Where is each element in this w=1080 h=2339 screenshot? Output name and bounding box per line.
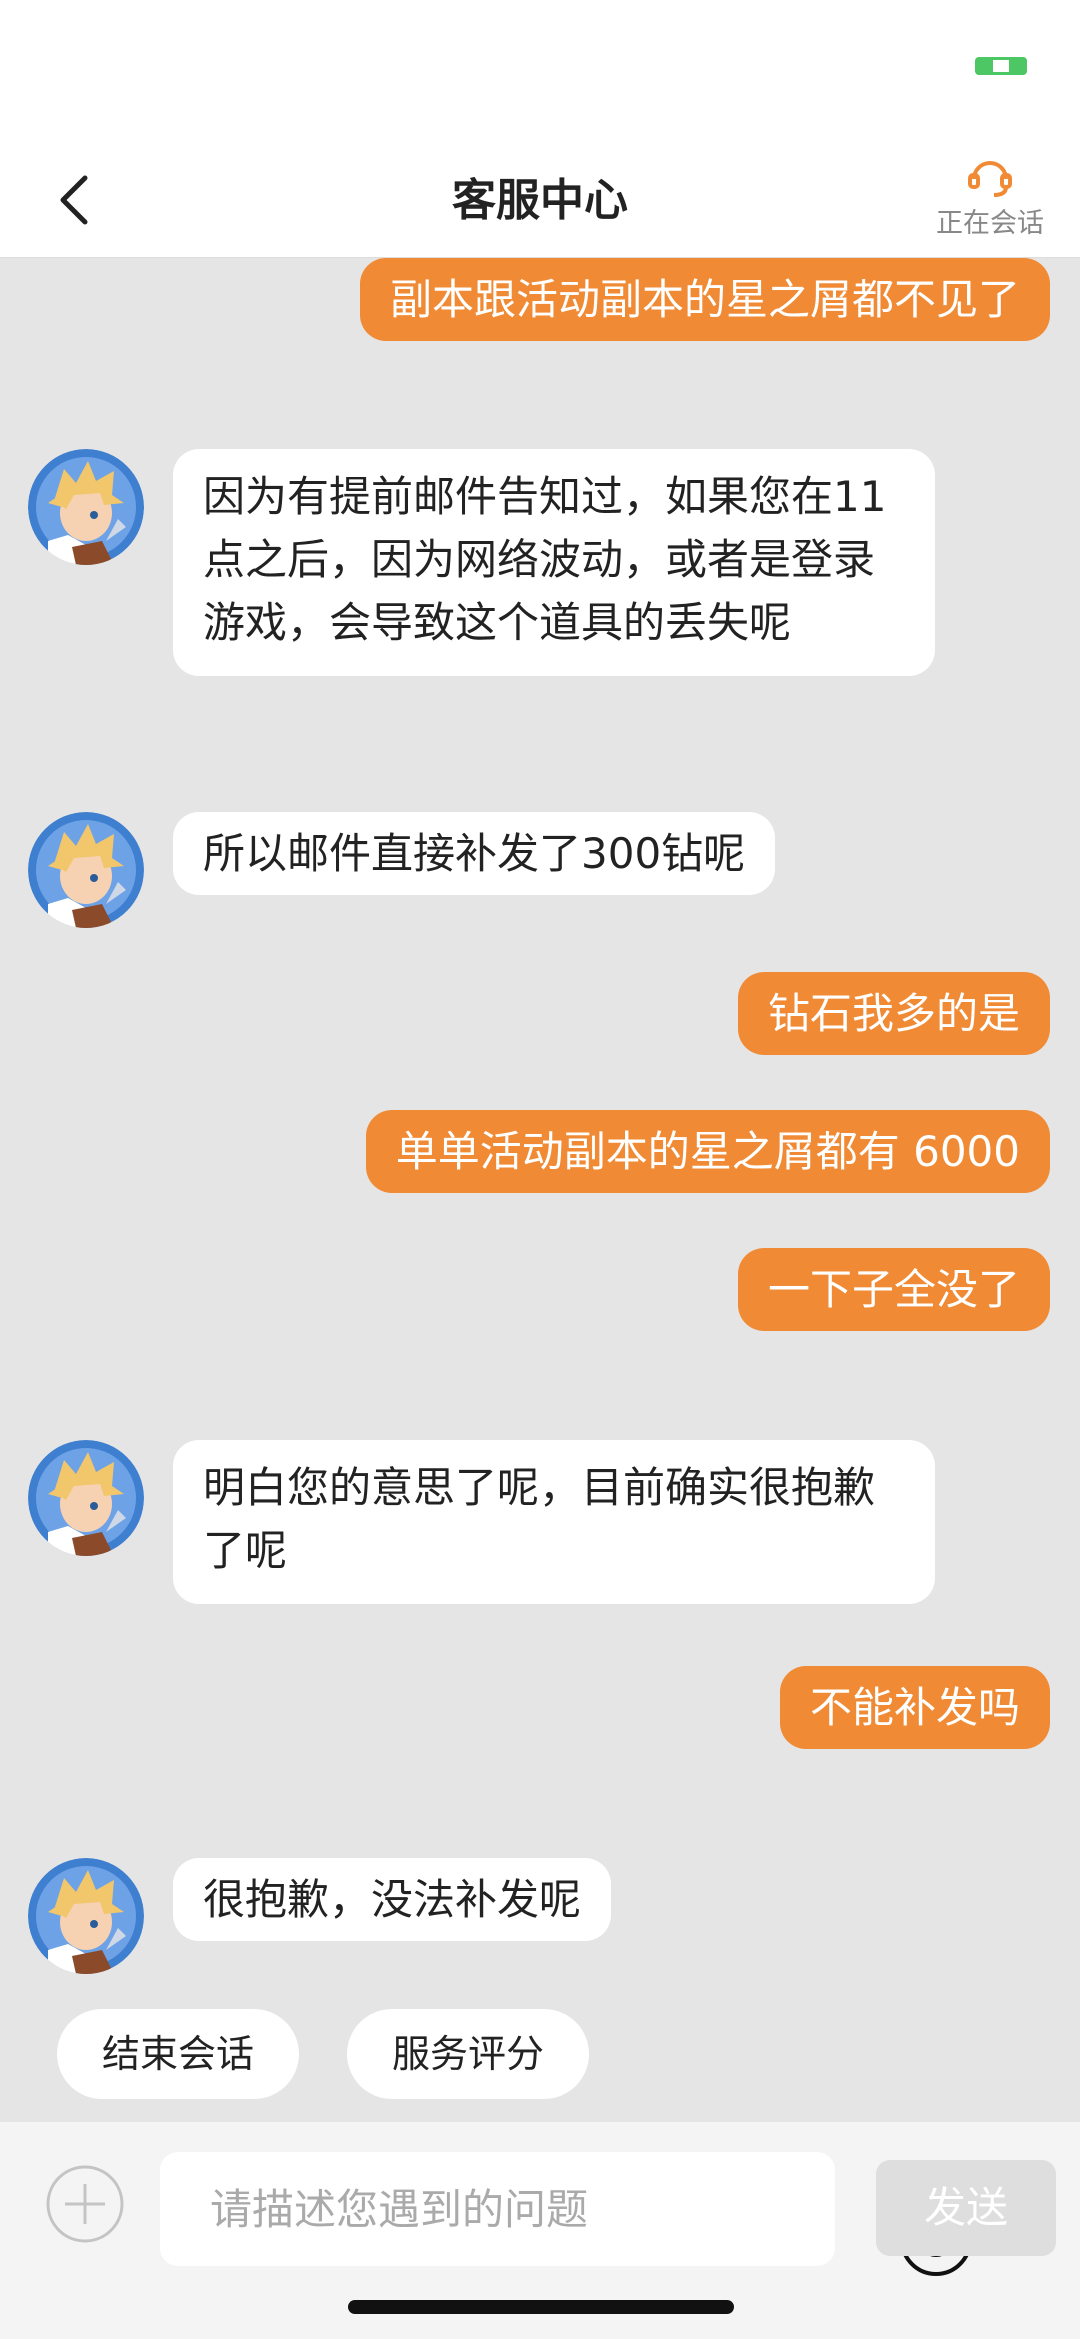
status-bar	[0, 0, 1080, 145]
plus-icon[interactable]	[45, 2164, 125, 2244]
agent-message: 所以邮件直接补发了300钻呢	[173, 812, 776, 895]
user-message: 副本跟活动副本的星之屑都不见了	[359, 258, 1050, 341]
user-message: 钻石我多的是	[737, 972, 1050, 1055]
user-message: 不能补发吗	[779, 1666, 1050, 1749]
agent-avatar	[28, 449, 144, 565]
page-title: 客服中心	[452, 175, 628, 226]
user-message: 一下子全没了	[737, 1248, 1050, 1331]
end-session-button[interactable]: 结束会话	[57, 2009, 300, 2099]
agent-avatar	[28, 1858, 144, 1974]
rate-service-button[interactable]: 服务评分	[347, 2009, 590, 2099]
agent-avatar	[28, 812, 144, 928]
home-indicator	[348, 2300, 734, 2314]
agent-status[interactable]: 正在会话	[930, 153, 1050, 243]
battery-icon	[975, 57, 1027, 75]
message-input-box[interactable]	[160, 2152, 972, 2276]
agent-status-label: 正在会话	[936, 208, 1044, 239]
agent-message: 很抱歉，没法补发呢	[173, 1858, 612, 1941]
send-button[interactable]: 发送	[876, 2160, 1056, 2256]
header: 客服中心 正在会话	[0, 145, 1080, 258]
back-button[interactable]	[40, 165, 110, 235]
user-message: 单单活动副本的星之屑都有 6000	[365, 1110, 1050, 1193]
agent-message: 明白您的意思了呢，目前确实很抱歉了呢	[173, 1440, 935, 1604]
agent-message: 因为有提前邮件告知过，如果您在11点之后，因为网络波动，或者是登录游戏，会导致这…	[173, 449, 935, 676]
chat-area[interactable]: 副本跟活动副本的星之屑都不见了 因为有提前邮件告知过，如果您在11点之后，因为网…	[0, 258, 1080, 2120]
message-input[interactable]	[210, 2152, 730, 2266]
headset-icon	[968, 161, 1012, 197]
agent-avatar	[28, 1440, 144, 1556]
chevron-left-icon	[60, 175, 88, 225]
